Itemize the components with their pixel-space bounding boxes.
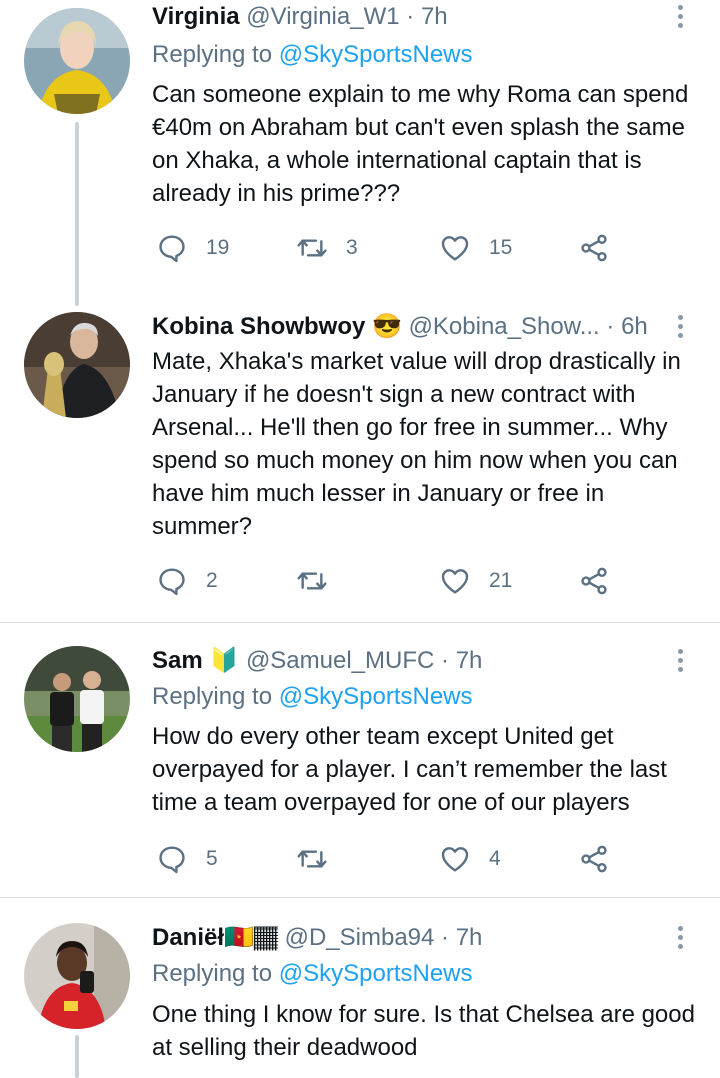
- tweet-text: One thing I know for sure. Is that Chels…: [152, 1001, 695, 1061]
- share-button[interactable]: [578, 230, 610, 266]
- tweet-actions: 2 21: [152, 563, 622, 599]
- tweet-text: Can someone explain to me why Roma can s…: [152, 81, 689, 207]
- like-icon: [441, 847, 469, 872]
- user-handle[interactable]: @Kobina_Show...: [409, 313, 600, 340]
- replying-to-link[interactable]: @SkySportsNews: [279, 41, 473, 68]
- share-icon: [581, 234, 607, 262]
- reply-icon: [159, 846, 185, 874]
- tweet-header: Daniëł🇨🇲🏾 @D_Simba94 · 7h: [152, 921, 482, 955]
- thread-line: [75, 122, 79, 306]
- like-button[interactable]: 15: [439, 230, 512, 266]
- more-options-icon[interactable]: [670, 2, 690, 32]
- replying-to-label: Replying to: [152, 683, 279, 710]
- reply-icon: [159, 235, 185, 263]
- thread-line: [75, 1035, 79, 1078]
- replying-to-link[interactable]: @SkySportsNews: [279, 683, 473, 710]
- display-name[interactable]: Virginia: [152, 3, 240, 30]
- share-button[interactable]: [578, 841, 610, 877]
- display-name[interactable]: Kobina Showbwoy: [152, 313, 365, 340]
- like-icon: [441, 236, 469, 261]
- separator-dot: ·: [441, 924, 450, 951]
- reply-button[interactable]: 19: [156, 230, 229, 266]
- more-options-icon[interactable]: [670, 923, 690, 953]
- tweet[interactable]: Daniëł🇨🇲🏾 @D_Simba94 · 7h Replying to @S…: [0, 921, 720, 1078]
- timestamp[interactable]: 7h: [456, 924, 483, 951]
- tweet-header: Virginia @Virginia_W1 · 7h: [152, 0, 448, 34]
- like-count: 4: [489, 847, 501, 870]
- tweet-header: Kobina Showbwoy 😎 @Kobina_Show... · 6h: [152, 310, 648, 344]
- retweet-count: 3: [346, 236, 358, 259]
- tweet[interactable]: Virginia @Virginia_W1 · 7h Replying to @…: [0, 0, 720, 306]
- name-emoji: 🇨🇲🏾: [224, 924, 278, 951]
- tweet-actions: 19 3 15: [152, 230, 622, 266]
- more-options-icon[interactable]: [670, 646, 690, 676]
- display-name[interactable]: Sam: [152, 647, 203, 674]
- timestamp[interactable]: 7h: [456, 647, 483, 674]
- replying-to: Replying to @SkySportsNews: [152, 680, 473, 714]
- display-name[interactable]: Daniëł: [152, 924, 224, 951]
- user-handle[interactable]: @Virginia_W1: [246, 3, 399, 30]
- retweet-button[interactable]: [296, 563, 346, 599]
- avatar[interactable]: [24, 923, 130, 1029]
- separator-dot: ·: [441, 647, 450, 674]
- retweet-button[interactable]: 3: [296, 230, 358, 266]
- tweet-actions: 5 4: [152, 841, 622, 877]
- reply-button[interactable]: 5: [156, 841, 218, 877]
- share-icon: [581, 845, 607, 873]
- more-options-icon[interactable]: [670, 312, 690, 342]
- tweet[interactable]: Sam 🔰 @Samuel_MUFC · 7h Replying to @Sky…: [0, 644, 720, 896]
- replying-to: Replying to @SkySportsNews: [152, 38, 473, 72]
- timestamp[interactable]: 6h: [621, 313, 648, 340]
- retweet-icon: [297, 850, 327, 868]
- like-icon: [441, 569, 469, 594]
- separator-dot: ·: [606, 313, 615, 340]
- tweet[interactable]: Kobina Showbwoy 😎 @Kobina_Show... · 6h M…: [0, 310, 720, 622]
- reply-icon: [159, 568, 185, 596]
- like-count: 21: [489, 569, 513, 592]
- name-emoji: 😎: [372, 313, 402, 340]
- reply-count: 5: [206, 847, 218, 870]
- retweet-icon: [297, 239, 327, 257]
- replying-to-label: Replying to: [152, 41, 279, 68]
- replying-to-label: Replying to: [152, 960, 279, 987]
- separator-dot: ·: [406, 3, 415, 30]
- replying-to-link[interactable]: @SkySportsNews: [279, 960, 473, 987]
- like-button[interactable]: 21: [439, 563, 512, 599]
- reply-count: 19: [206, 236, 230, 259]
- tweet-header: Sam 🔰 @Samuel_MUFC · 7h: [152, 644, 482, 678]
- avatar[interactable]: [24, 8, 130, 114]
- name-emoji: 🔰: [209, 647, 240, 674]
- divider: [0, 622, 720, 623]
- user-handle[interactable]: @D_Simba94: [285, 924, 435, 951]
- share-button[interactable]: [578, 563, 610, 599]
- like-button[interactable]: 4: [439, 841, 501, 877]
- retweet-button[interactable]: [296, 841, 346, 877]
- avatar[interactable]: [24, 312, 130, 418]
- timestamp[interactable]: 7h: [421, 3, 448, 30]
- share-icon: [581, 567, 607, 595]
- like-count: 15: [489, 236, 513, 259]
- replying-to: Replying to @SkySportsNews: [152, 957, 473, 991]
- avatar[interactable]: [24, 646, 130, 752]
- tweet-text: How do every other team except United ge…: [152, 723, 667, 816]
- tweet-text: Mate, Xhaka's market value will drop dra…: [152, 348, 681, 540]
- divider: [0, 897, 720, 898]
- reply-button[interactable]: 2: [156, 563, 218, 599]
- retweet-icon: [297, 572, 327, 590]
- user-handle[interactable]: @Samuel_MUFC: [246, 647, 434, 674]
- reply-count: 2: [206, 569, 218, 592]
